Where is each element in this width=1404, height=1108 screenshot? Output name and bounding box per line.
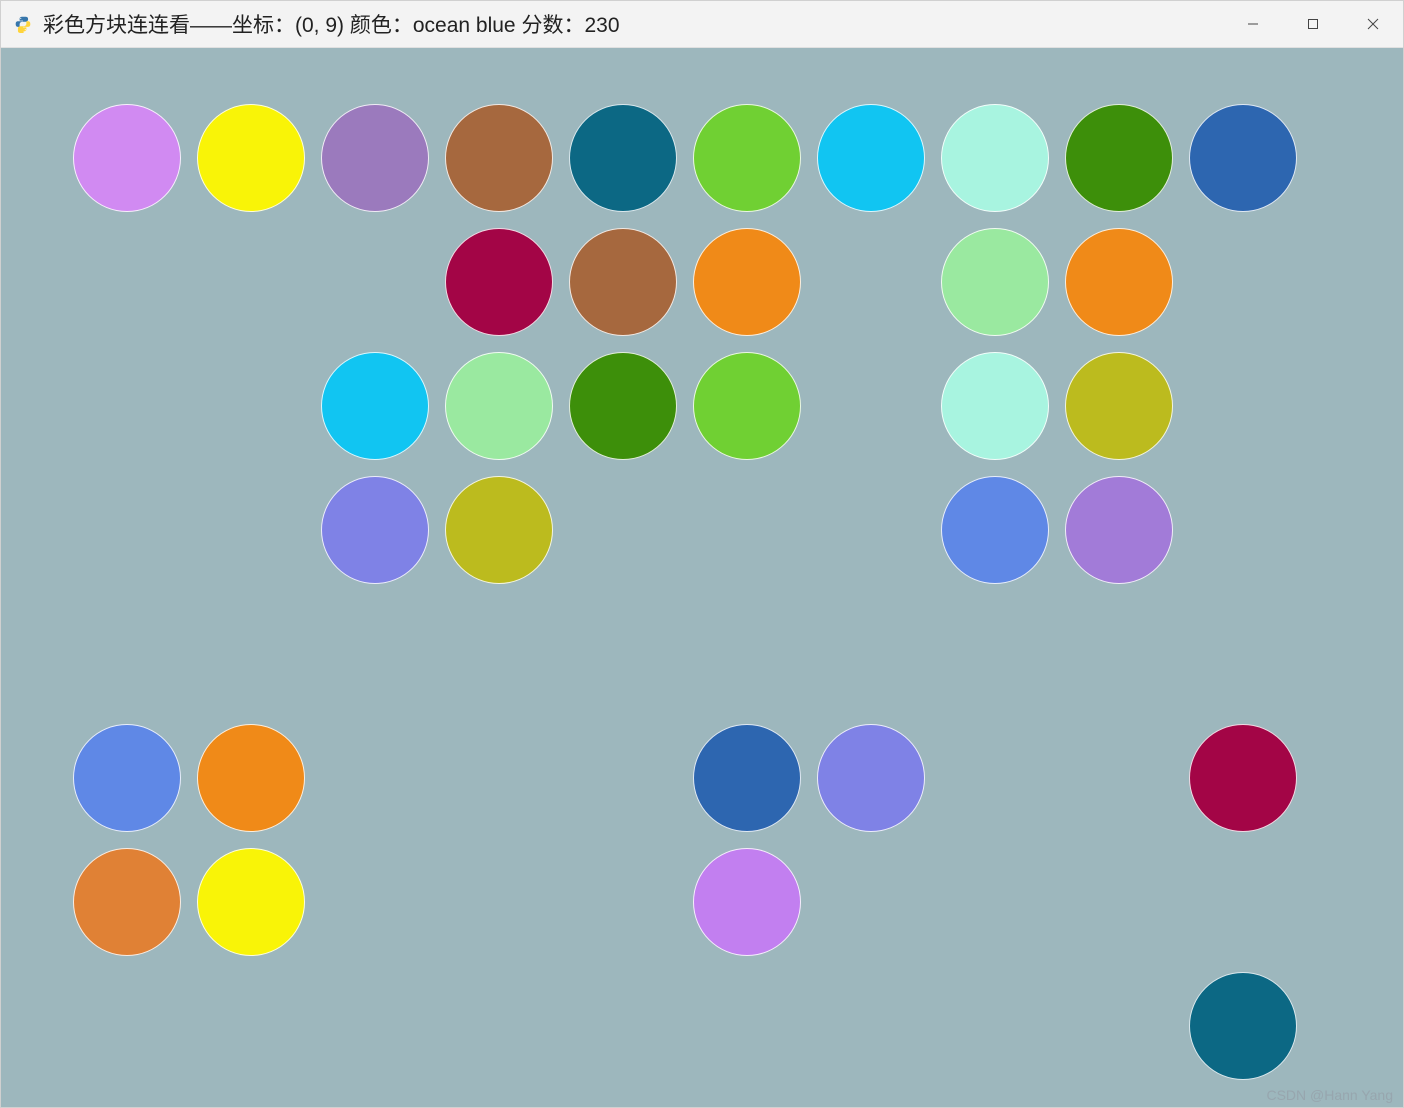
title-score-value: 230 (584, 14, 619, 37)
game-piece[interactable] (445, 352, 553, 460)
title-coord: (0, 9) (295, 14, 344, 37)
minimize-button[interactable] (1223, 1, 1283, 47)
game-piece[interactable] (941, 104, 1049, 212)
game-piece[interactable] (1065, 352, 1173, 460)
game-piece[interactable] (73, 104, 181, 212)
game-piece[interactable] (1189, 972, 1297, 1080)
game-piece[interactable] (693, 228, 801, 336)
title-score-label: 分数： (516, 14, 585, 37)
window-title: 彩色方块连连看——坐标：(0, 9) 颜色：ocean blue 分数：230 (43, 9, 620, 39)
title-color-label: 颜色： (344, 14, 413, 37)
title-prefix: 彩色方块连连看——坐标： (43, 14, 295, 37)
game-piece[interactable] (197, 724, 305, 832)
game-piece[interactable] (941, 476, 1049, 584)
game-piece[interactable] (1065, 476, 1173, 584)
game-piece[interactable] (569, 352, 677, 460)
game-piece[interactable] (197, 848, 305, 956)
game-board[interactable]: CSDN @Hann Yang (1, 48, 1403, 1107)
game-piece[interactable] (73, 724, 181, 832)
game-piece[interactable] (1189, 724, 1297, 832)
game-piece[interactable] (445, 476, 553, 584)
game-piece[interactable] (1065, 228, 1173, 336)
titlebar-left: 彩色方块连连看——坐标：(0, 9) 颜色：ocean blue 分数：230 (13, 9, 620, 39)
game-piece[interactable] (73, 848, 181, 956)
game-piece[interactable] (321, 352, 429, 460)
title-color-value: ocean blue (413, 14, 516, 37)
game-piece[interactable] (197, 104, 305, 212)
game-piece[interactable] (1065, 104, 1173, 212)
game-piece[interactable] (817, 104, 925, 212)
titlebar[interactable]: 彩色方块连连看——坐标：(0, 9) 颜色：ocean blue 分数：230 (1, 1, 1403, 48)
game-piece[interactable] (693, 352, 801, 460)
watermark-text: CSDN @Hann Yang (1266, 1087, 1393, 1103)
window-controls (1223, 1, 1403, 47)
game-piece[interactable] (941, 352, 1049, 460)
game-piece[interactable] (693, 724, 801, 832)
close-button[interactable] (1343, 1, 1403, 47)
game-piece[interactable] (569, 104, 677, 212)
maximize-button[interactable] (1283, 1, 1343, 47)
game-piece[interactable] (693, 848, 801, 956)
game-piece[interactable] (445, 104, 553, 212)
python-app-icon (13, 14, 33, 34)
game-piece[interactable] (817, 724, 925, 832)
game-piece[interactable] (321, 104, 429, 212)
app-window: 彩色方块连连看——坐标：(0, 9) 颜色：ocean blue 分数：230 … (0, 0, 1404, 1108)
game-piece[interactable] (693, 104, 801, 212)
game-piece[interactable] (445, 228, 553, 336)
game-piece[interactable] (941, 228, 1049, 336)
game-piece[interactable] (1189, 104, 1297, 212)
game-piece[interactable] (569, 228, 677, 336)
game-piece[interactable] (321, 476, 429, 584)
